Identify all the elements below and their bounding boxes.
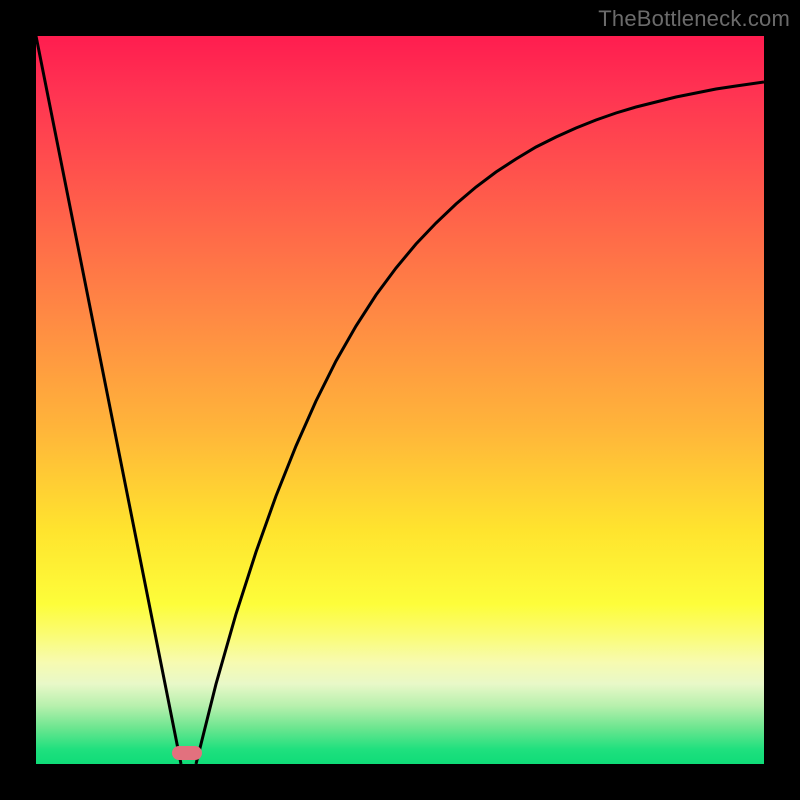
chart-plot-area xyxy=(36,36,764,764)
watermark-text: TheBottleneck.com xyxy=(598,6,790,32)
min-marker xyxy=(172,746,202,760)
chart-frame: TheBottleneck.com xyxy=(0,0,800,800)
curve-left xyxy=(36,36,181,764)
curve-right xyxy=(196,82,764,764)
chart-curves xyxy=(36,36,764,764)
